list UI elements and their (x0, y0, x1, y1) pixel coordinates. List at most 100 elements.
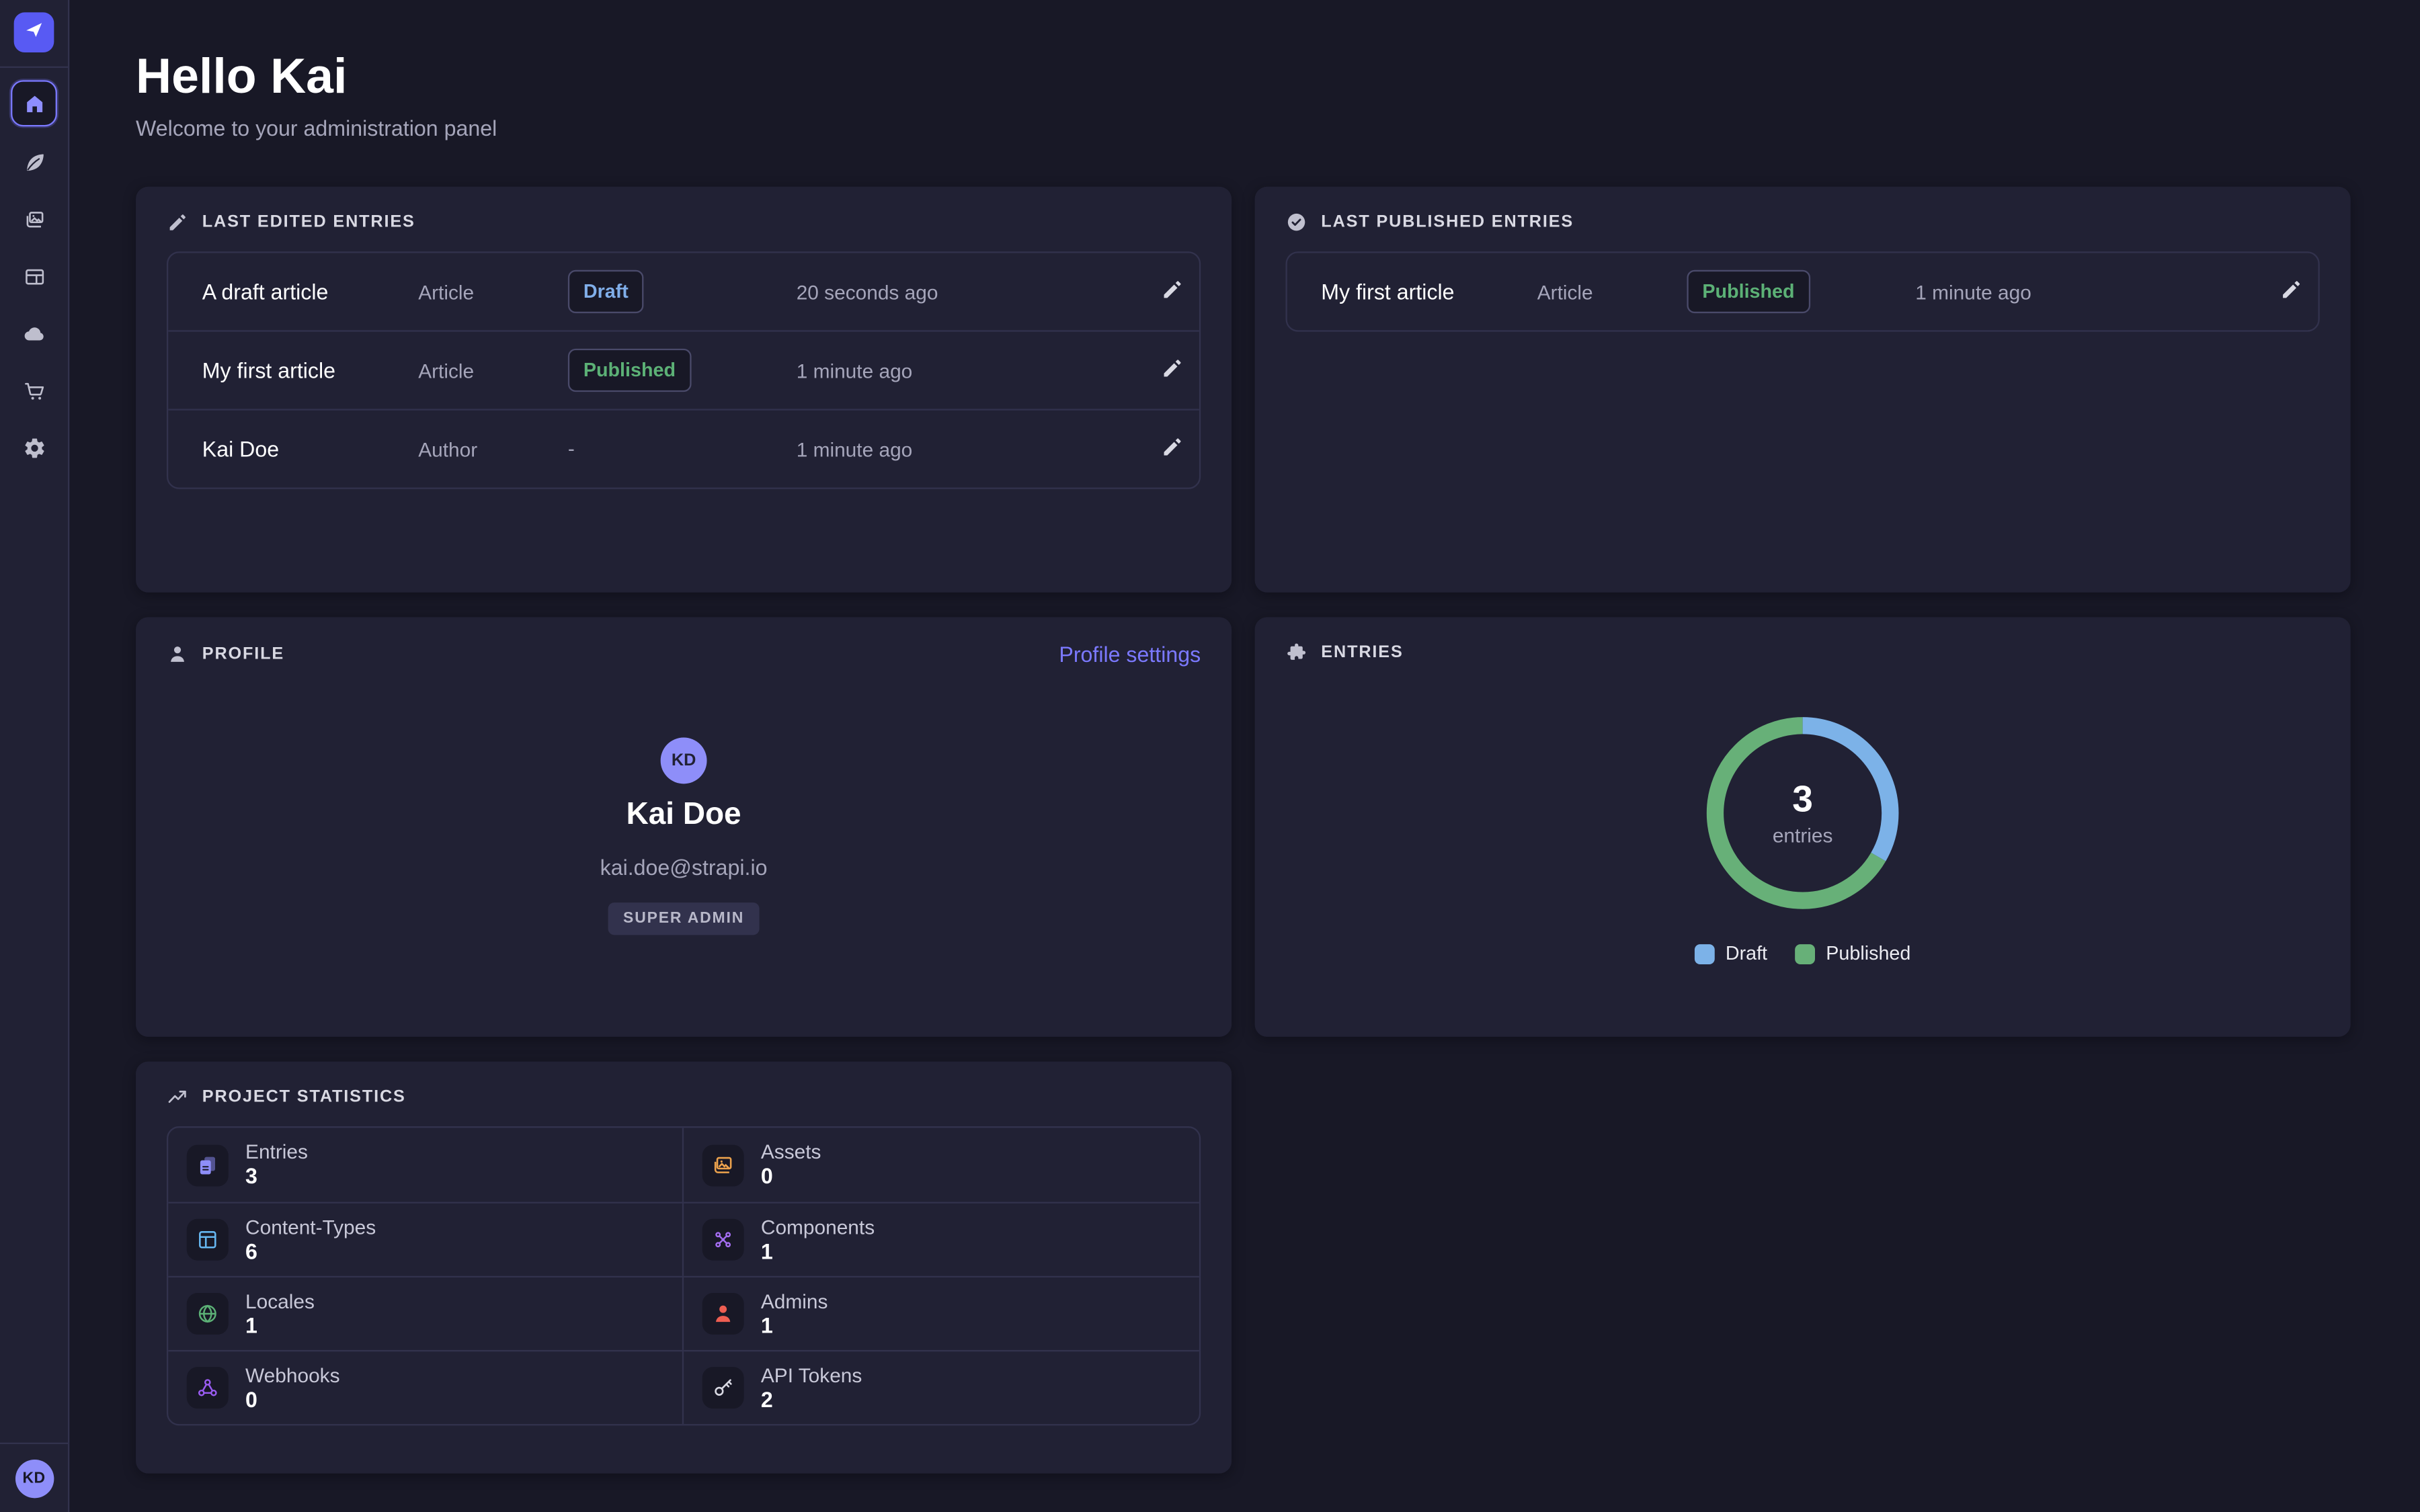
strapi-logo[interactable] (14, 12, 54, 52)
pictures-icon (22, 208, 45, 230)
webhook-icon (196, 1376, 219, 1399)
sidebar-item-settings[interactable] (12, 426, 55, 469)
stat-label: Assets (761, 1140, 821, 1163)
stat-cell: Components 1 (684, 1202, 1199, 1276)
layout-icon (22, 265, 45, 288)
entries-count-unit: entries (1773, 823, 1833, 846)
last-edited-entries-card: LAST EDITED ENTRIES A draft article Arti… (136, 187, 1232, 593)
pencil-icon (2280, 278, 2302, 305)
sidebar-item-home[interactable] (11, 80, 57, 126)
key-icon (711, 1376, 734, 1399)
pencil-icon (1161, 356, 1184, 384)
entries-card: ENTRIES 3 entries (1255, 617, 2351, 1036)
stat-label: Admins (761, 1289, 828, 1312)
entries-donut-chart: 3 entries (1705, 716, 1900, 910)
globe-icon (196, 1302, 219, 1325)
stat-cell: API Tokens 2 (684, 1350, 1199, 1424)
sidebar-item-media-library[interactable] (12, 198, 55, 241)
stat-label: API Tokens (761, 1363, 862, 1386)
stat-value: 2 (761, 1386, 862, 1413)
stat-icon-tile (187, 1367, 229, 1409)
main-content: Hello Kai Welcome to your administration… (68, 0, 2420, 1512)
pencil-icon (167, 212, 188, 233)
sidebar-divider-bottom (0, 1443, 68, 1444)
home-icon (22, 92, 45, 115)
entry-row[interactable]: Kai Doe Author - 1 minute ago (168, 409, 1199, 487)
entry-type: Author (418, 437, 568, 460)
last-edited-entries-table: A draft article Article Draft 20 seconds… (167, 251, 1201, 489)
profile-header: PROFILE (167, 643, 284, 665)
stat-value: 0 (761, 1163, 821, 1189)
edit-entry-button[interactable] (1141, 356, 1184, 384)
entry-name: My first article (1321, 280, 1537, 304)
entry-status-cell: - (568, 435, 797, 462)
legend-published-label: Published (1826, 943, 1910, 964)
cart-icon (22, 379, 45, 402)
entry-type: Article (418, 280, 568, 303)
entry-type: Article (418, 359, 568, 382)
sidebar-item-content-type-builder[interactable] (12, 255, 55, 298)
stat-icon-tile (187, 1219, 229, 1261)
stat-icon-tile (702, 1367, 744, 1409)
stat-icon-tile (187, 1144, 229, 1185)
entry-status-cell: Draft (568, 270, 797, 313)
entry-status-cell: Published (1687, 270, 1915, 313)
entries-title: ENTRIES (1321, 643, 1403, 662)
puzzle-icon (1286, 642, 1307, 663)
sidebar-divider (0, 67, 68, 68)
empty-grid-cell (1255, 1062, 2351, 1474)
stat-label: Webhooks (245, 1363, 339, 1386)
user-icon (711, 1302, 734, 1325)
status-badge: Published (1687, 270, 1810, 313)
strapi-logo-icon (22, 16, 46, 48)
legend-item-draft: Draft (1695, 943, 1767, 964)
legend-draft-label: Draft (1726, 943, 1767, 964)
user-avatar[interactable]: KD (15, 1460, 53, 1498)
trend-up-icon (167, 1086, 188, 1107)
status-badge: - (568, 437, 575, 460)
stat-icon-tile (187, 1293, 229, 1335)
draft-swatch (1695, 943, 1715, 964)
sidebar: KD (0, 0, 69, 1512)
entry-time: 20 seconds ago (797, 280, 1141, 303)
profile-title: PROFILE (202, 645, 284, 664)
entry-status-cell: Published (568, 349, 797, 392)
entries-header: ENTRIES (1286, 642, 2320, 663)
profile-settings-link[interactable]: Profile settings (1059, 642, 1201, 667)
edit-entry-button[interactable] (1141, 435, 1184, 462)
stat-icon-tile (702, 1293, 744, 1335)
edit-entry-button[interactable] (1141, 278, 1184, 305)
sidebar-item-marketplace[interactable] (12, 369, 55, 412)
strapi-admin-dashboard: KD Hello Kai Welcome to your administrat… (0, 0, 2420, 1512)
gear-icon (22, 436, 45, 459)
sidebar-item-cloud[interactable] (12, 312, 55, 355)
entries-count: 3 (1792, 780, 1813, 821)
project-statistics-header: PROJECT STATISTICS (167, 1086, 1201, 1107)
last-edited-entries-title: LAST EDITED ENTRIES (202, 213, 415, 232)
sidebar-item-content-manager[interactable] (12, 140, 55, 183)
sidebar-nav (11, 80, 57, 469)
entry-time: 1 minute ago (797, 359, 1141, 382)
stat-icon-tile (702, 1144, 744, 1185)
entry-row[interactable]: My first article Article Published 1 min… (168, 330, 1199, 409)
pencil-icon (1161, 278, 1184, 305)
stat-value: 0 (245, 1386, 339, 1413)
entry-name: My first article (202, 358, 418, 383)
layout-grid-icon (196, 1228, 219, 1251)
donut-center-label: 3 entries (1705, 716, 1900, 910)
components-icon (711, 1228, 734, 1251)
stat-label: Components (761, 1215, 875, 1238)
stat-cell: Entries 3 (168, 1128, 684, 1202)
stat-cell: Assets 0 (684, 1128, 1199, 1202)
entry-row[interactable]: A draft article Article Draft 20 seconds… (168, 253, 1199, 331)
stat-value: 1 (761, 1312, 828, 1339)
last-published-entries-title: LAST PUBLISHED ENTRIES (1321, 213, 1574, 232)
entry-row[interactable]: My first article Article Published 1 min… (1287, 253, 2318, 331)
dashboard-grid: LAST EDITED ENTRIES A draft article Arti… (136, 187, 2351, 1474)
stat-icon-tile (702, 1219, 744, 1261)
edit-entry-button[interactable] (2259, 278, 2302, 305)
feather-icon (22, 151, 45, 173)
picture-icon (711, 1153, 734, 1176)
sidebar-bottom: KD (0, 1443, 68, 1512)
stat-cell: Webhooks 0 (168, 1350, 684, 1424)
